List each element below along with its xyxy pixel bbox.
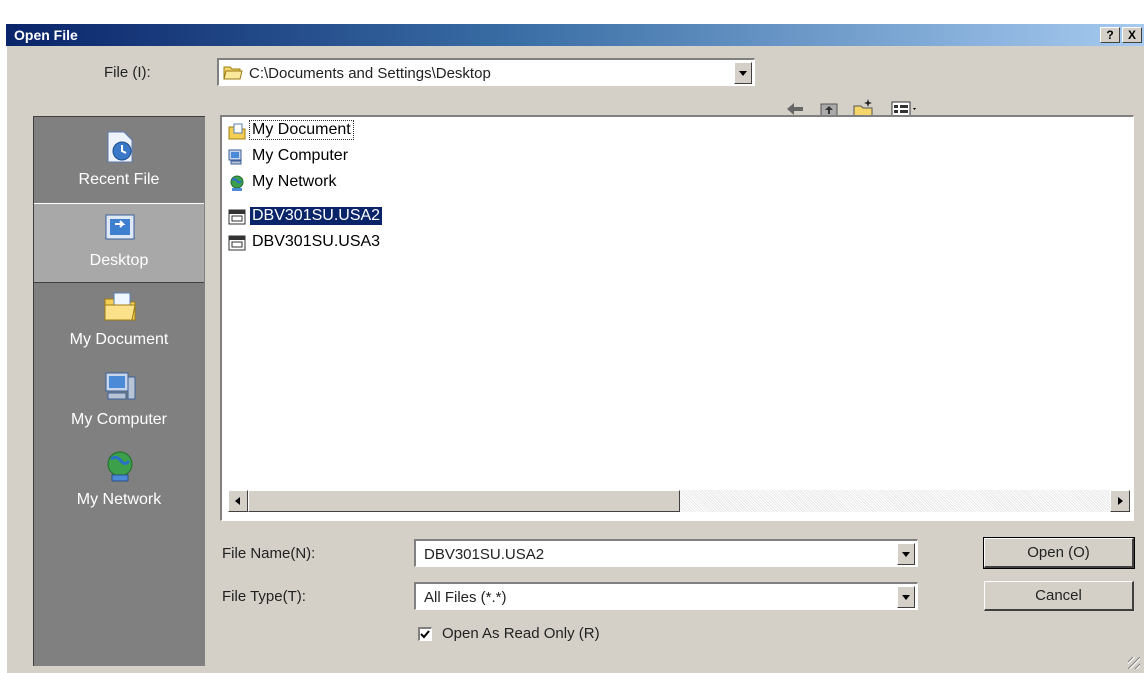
horizontal-scrollbar[interactable]: [228, 490, 1130, 512]
my-computer-icon: [228, 149, 242, 165]
file-type-select[interactable]: All Files (*.*): [414, 582, 918, 610]
file-name: My Computer: [252, 147, 349, 164]
file-list[interactable]: My Document My Computer My Network DBV30…: [220, 115, 1134, 521]
file-name-label: File Name(N):: [222, 545, 316, 562]
title-bar[interactable]: Open File ? X: [6, 24, 1144, 46]
place-label: My Network: [76, 491, 162, 508]
place-recent-files[interactable]: Recent File: [34, 123, 204, 203]
place-desktop[interactable]: Desktop: [34, 203, 204, 283]
scroll-thumb[interactable]: [248, 490, 680, 512]
open-button[interactable]: Open (O): [983, 537, 1135, 569]
file-name: DBV301SU.USA2: [250, 207, 383, 225]
place-label: Recent File: [78, 171, 160, 188]
file-name: My Document: [249, 120, 354, 140]
open-folder-icon: [223, 66, 243, 80]
close-button[interactable]: X: [1122, 27, 1142, 43]
arrow-right-icon: [1118, 497, 1123, 505]
my-documents-icon: [228, 123, 246, 140]
recent-files-icon: [107, 131, 133, 163]
file-name-input[interactable]: DBV301SU.USA2: [414, 539, 918, 567]
place-my-network[interactable]: My Network: [34, 443, 204, 523]
arrow-left-icon: [235, 497, 240, 505]
file-icon: [228, 235, 246, 251]
place-label: My Computer: [70, 411, 168, 428]
checkmark-icon: [420, 630, 430, 639]
help-button[interactable]: ?: [1100, 27, 1120, 43]
read-only-checkbox[interactable]: [418, 627, 432, 641]
scroll-left-button[interactable]: [228, 490, 248, 512]
resize-grip[interactable]: [1128, 657, 1140, 669]
file-name: My Network: [252, 173, 337, 190]
my-network-icon: [230, 175, 244, 191]
look-in-label: File (I):: [104, 64, 151, 81]
my-network-icon: [107, 451, 133, 482]
file-type-dropdown-button[interactable]: [897, 586, 915, 608]
look-in-combo[interactable]: C:\Documents and Settings\Desktop: [217, 58, 755, 86]
scroll-right-button[interactable]: [1110, 490, 1130, 512]
my-computer-icon: [105, 372, 136, 400]
place-label: My Document: [69, 331, 169, 348]
file-name-value: DBV301SU.USA2: [424, 546, 545, 563]
file-name: DBV301SU.USA3: [252, 233, 381, 250]
my-documents-icon: [104, 292, 136, 321]
places-bar: Recent File Desktop My Document My Compu…: [33, 116, 205, 666]
place-my-documents[interactable]: My Document: [34, 283, 204, 363]
file-type-value: All Files (*.*): [424, 589, 507, 606]
look-in-dropdown-button[interactable]: [734, 62, 752, 84]
dialog-title: Open File: [14, 27, 78, 43]
file-type-label: File Type(T):: [222, 588, 306, 605]
place-my-computer[interactable]: My Computer: [34, 363, 204, 443]
file-name-dropdown-button[interactable]: [897, 543, 915, 565]
look-in-value: C:\Documents and Settings\Desktop: [249, 65, 491, 82]
cancel-button[interactable]: Cancel: [984, 581, 1134, 611]
read-only-label: Open As Read Only (R): [442, 625, 600, 642]
file-icon: [228, 209, 246, 225]
desktop-icon: [105, 214, 135, 240]
place-label: Desktop: [89, 252, 149, 269]
